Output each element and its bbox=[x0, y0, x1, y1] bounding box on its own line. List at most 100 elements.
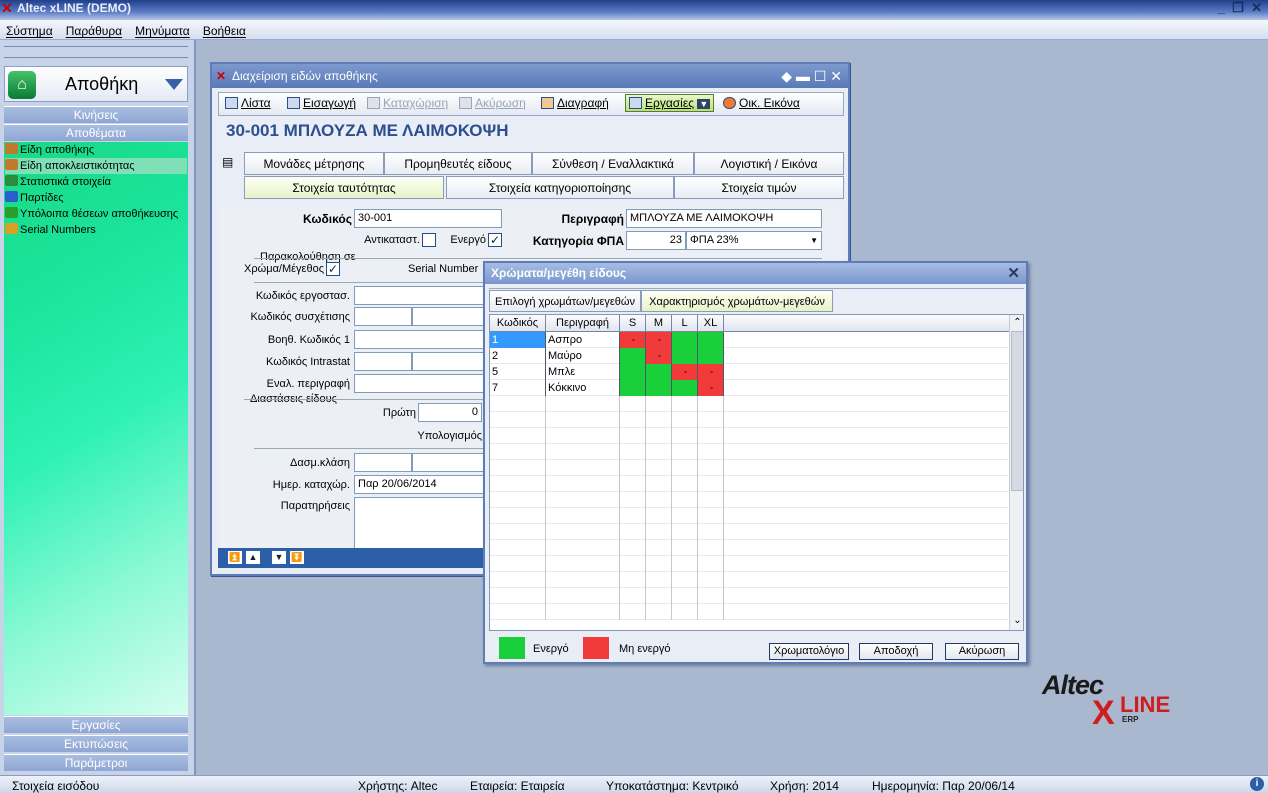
sidebar-splitter[interactable] bbox=[4, 46, 188, 58]
table-row[interactable] bbox=[490, 604, 1008, 620]
cell-empty[interactable] bbox=[620, 572, 646, 588]
vat-select[interactable]: ΦΠΑ 23% ▼ bbox=[686, 231, 822, 250]
cell-empty[interactable] bbox=[490, 508, 546, 524]
cell-empty[interactable] bbox=[672, 540, 698, 556]
menu-help[interactable]: Βοήθεια bbox=[203, 24, 246, 38]
column-header-m[interactable]: M bbox=[646, 315, 672, 332]
cell-empty[interactable] bbox=[490, 588, 546, 604]
cell-empty[interactable] bbox=[698, 588, 724, 604]
table-row[interactable]: 7 Κόκκινο - bbox=[490, 380, 1008, 396]
cell-empty[interactable] bbox=[672, 460, 698, 476]
table-row[interactable]: 2 Μαύρο - bbox=[490, 348, 1008, 364]
cell-empty[interactable] bbox=[546, 588, 620, 604]
cell-empty[interactable] bbox=[620, 556, 646, 572]
cell-empty[interactable] bbox=[620, 476, 646, 492]
factory-code-field[interactable] bbox=[354, 286, 490, 305]
cell-empty[interactable] bbox=[546, 492, 620, 508]
cell-size-m[interactable] bbox=[646, 380, 672, 396]
cell-empty[interactable] bbox=[698, 428, 724, 444]
menu-system[interactable]: Σύστημα bbox=[6, 24, 53, 38]
cell-description[interactable]: Ασπρο bbox=[546, 332, 620, 348]
sidebar-item-serial-numbers[interactable]: Serial Numbers bbox=[5, 222, 96, 238]
close-icon[interactable]: ✕ bbox=[830, 68, 842, 84]
column-header-xl[interactable]: XL bbox=[698, 315, 724, 332]
sidebar-item-statistics[interactable]: Στατιστικά στοιχεία bbox=[5, 174, 111, 190]
code-field[interactable]: 30-001 bbox=[354, 209, 502, 228]
table-row[interactable] bbox=[490, 540, 1008, 556]
cell-size-m[interactable]: - bbox=[646, 348, 672, 364]
aux-code-field[interactable] bbox=[354, 330, 490, 349]
cell-empty[interactable] bbox=[698, 460, 724, 476]
cell-empty[interactable] bbox=[672, 524, 698, 540]
cell-empty[interactable] bbox=[672, 428, 698, 444]
sidebar-item-exclusive-items[interactable]: Είδη αποκλειστικότητας bbox=[5, 158, 187, 174]
cell-empty[interactable] bbox=[698, 572, 724, 588]
customs-class-field-2[interactable] bbox=[412, 453, 490, 472]
cell-empty[interactable] bbox=[490, 572, 546, 588]
cell-empty[interactable] bbox=[646, 396, 672, 412]
cell-empty[interactable] bbox=[646, 588, 672, 604]
cell-description[interactable]: Μαύρο bbox=[546, 348, 620, 364]
cell-empty[interactable] bbox=[546, 396, 620, 412]
cell-empty[interactable] bbox=[646, 508, 672, 524]
info-icon[interactable]: i bbox=[1250, 777, 1264, 791]
sidebar-module-header[interactable]: ⌂ Αποθήκη bbox=[4, 66, 188, 102]
cell-empty[interactable] bbox=[672, 476, 698, 492]
cell-code[interactable]: 5 bbox=[490, 364, 546, 380]
vat-code-field[interactable]: 23 bbox=[626, 231, 686, 250]
minimize-icon[interactable]: _ bbox=[1218, 0, 1225, 15]
cell-empty[interactable] bbox=[546, 508, 620, 524]
sidebar-section-parameters[interactable]: Παράμετροι bbox=[4, 754, 188, 771]
table-row[interactable] bbox=[490, 460, 1008, 476]
cell-empty[interactable] bbox=[646, 460, 672, 476]
cell-empty[interactable] bbox=[620, 588, 646, 604]
close-icon[interactable]: ✕ bbox=[1251, 0, 1262, 15]
cell-empty[interactable] bbox=[646, 604, 672, 620]
cell-empty[interactable] bbox=[672, 508, 698, 524]
cell-empty[interactable] bbox=[646, 428, 672, 444]
cell-empty[interactable] bbox=[698, 604, 724, 620]
cell-empty[interactable] bbox=[546, 604, 620, 620]
scroll-down-icon[interactable]: ⌄ bbox=[1012, 615, 1023, 626]
cell-size-l[interactable]: - bbox=[672, 364, 698, 380]
cell-empty[interactable] bbox=[646, 524, 672, 540]
cell-empty[interactable] bbox=[546, 524, 620, 540]
table-row[interactable] bbox=[490, 524, 1008, 540]
table-row[interactable] bbox=[490, 572, 1008, 588]
register-date-field[interactable]: Παρ 20/06/2014 bbox=[354, 475, 490, 494]
cell-empty[interactable] bbox=[698, 444, 724, 460]
save-button[interactable]: Καταχώριση bbox=[367, 96, 448, 110]
pin-icon[interactable]: ◆ bbox=[781, 68, 792, 84]
cell-empty[interactable] bbox=[646, 412, 672, 428]
menu-windows[interactable]: Παράθυρα bbox=[66, 24, 122, 38]
table-row[interactable]: 1 Ασπρο - - bbox=[490, 332, 1008, 348]
cell-empty[interactable] bbox=[546, 412, 620, 428]
cell-empty[interactable] bbox=[698, 524, 724, 540]
cell-empty[interactable] bbox=[546, 428, 620, 444]
cell-empty[interactable] bbox=[672, 588, 698, 604]
cell-empty[interactable] bbox=[620, 396, 646, 412]
cell-empty[interactable] bbox=[646, 476, 672, 492]
alt-description-field[interactable] bbox=[354, 374, 490, 393]
notes-field[interactable] bbox=[354, 497, 490, 552]
cell-empty[interactable] bbox=[490, 604, 546, 620]
cell-empty[interactable] bbox=[490, 412, 546, 428]
next-record-icon[interactable]: ▼ bbox=[272, 551, 286, 564]
tasks-button[interactable]: Εργασίες ▼ bbox=[625, 94, 715, 112]
menu-messages[interactable]: Μηνύματα bbox=[135, 24, 190, 38]
table-row[interactable] bbox=[490, 412, 1008, 428]
tab-select-colors-sizes[interactable]: Επιλογή χρωμάτων/μεγεθών bbox=[489, 290, 641, 312]
restore-icon[interactable]: ❐ bbox=[1232, 0, 1244, 15]
cell-size-xl[interactable] bbox=[698, 348, 724, 364]
accept-button[interactable]: Αποδοχή bbox=[859, 643, 933, 660]
cell-size-s[interactable] bbox=[620, 364, 646, 380]
cell-size-m[interactable] bbox=[646, 364, 672, 380]
table-row[interactable] bbox=[490, 444, 1008, 460]
tasks-dropdown-icon[interactable]: ▼ bbox=[697, 99, 711, 109]
table-row[interactable] bbox=[490, 492, 1008, 508]
cell-empty[interactable] bbox=[698, 396, 724, 412]
relation-code-field[interactable] bbox=[354, 307, 412, 326]
cell-empty[interactable] bbox=[490, 540, 546, 556]
chevron-down-icon[interactable] bbox=[165, 79, 183, 90]
close-icon[interactable]: ✕ bbox=[1007, 263, 1020, 284]
